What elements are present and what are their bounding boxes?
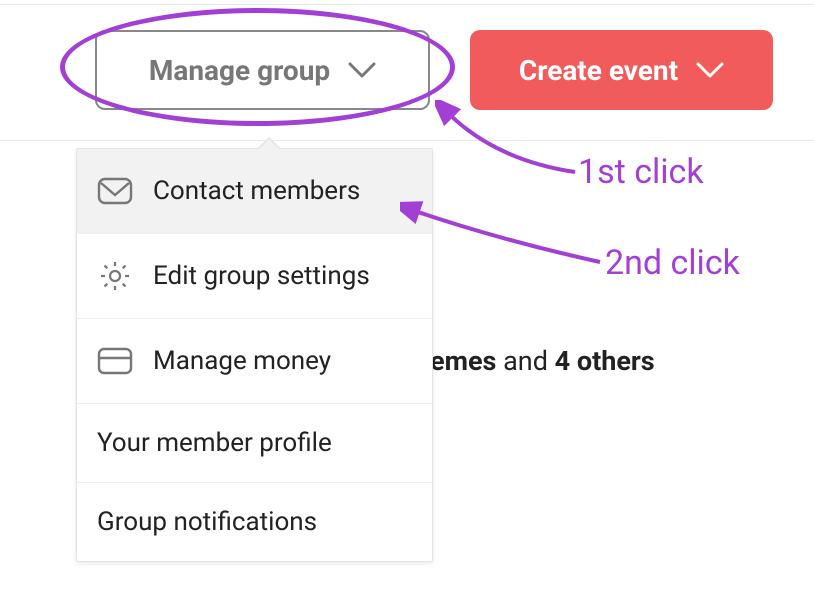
dropdown-item-label: Edit group settings — [153, 261, 370, 291]
chevron-down-icon — [696, 62, 724, 78]
top-divider — [0, 0, 814, 5]
chevron-down-icon — [348, 62, 376, 78]
dropdown-item-label: Your member profile — [97, 428, 332, 458]
create-event-label: Create event — [519, 54, 678, 87]
members-summary-and: and — [496, 345, 554, 377]
dropdown-item-label: Manage money — [153, 346, 331, 376]
members-summary-partial: emes — [430, 345, 496, 377]
gear-icon — [97, 258, 133, 294]
credit-card-icon — [97, 343, 133, 379]
members-summary-others: 4 others — [555, 345, 655, 377]
create-event-button[interactable]: Create event — [470, 30, 773, 110]
dropdown-item-manage-money[interactable]: Manage money — [77, 319, 432, 404]
members-summary-text: emes and 4 others — [430, 345, 655, 377]
dropdown-item-group-notifications[interactable]: Group notifications — [77, 483, 432, 561]
dropdown-item-edit-settings[interactable]: Edit group settings — [77, 234, 432, 319]
envelope-icon — [97, 173, 133, 209]
dropdown-item-label: Contact members — [153, 176, 360, 206]
dropdown-item-label: Group notifications — [97, 507, 317, 537]
dropdown-item-contact-members[interactable]: Contact members — [77, 149, 432, 234]
manage-group-dropdown: Contact members Edit group settings Mana… — [76, 148, 433, 562]
manage-group-button[interactable]: Manage group — [95, 30, 430, 110]
dropdown-item-member-profile[interactable]: Your member profile — [77, 404, 432, 483]
manage-group-label: Manage group — [149, 54, 330, 87]
